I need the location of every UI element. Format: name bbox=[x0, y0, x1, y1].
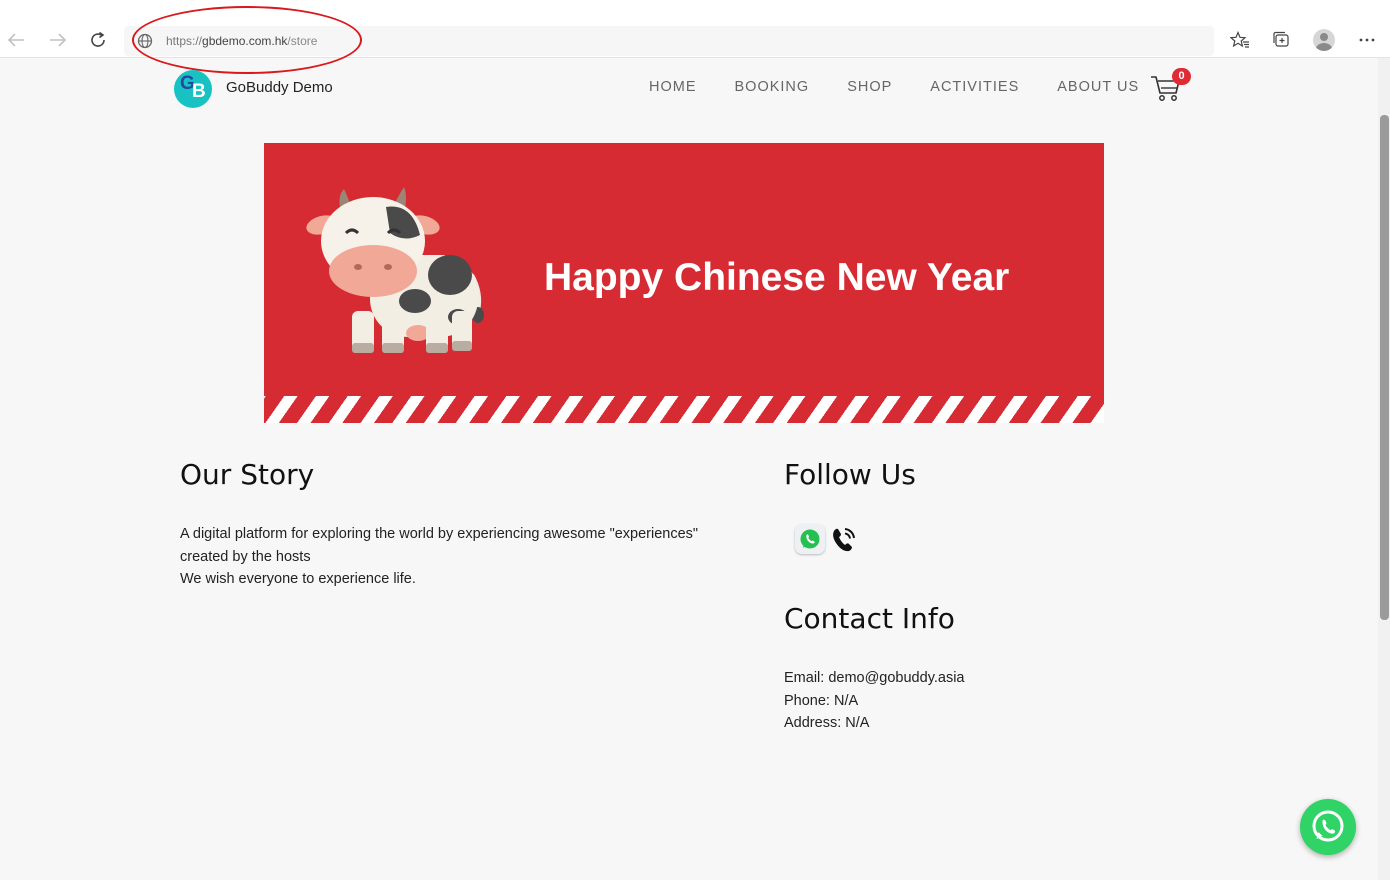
collections-icon[interactable] bbox=[1269, 28, 1293, 52]
story-line-2: created by the hosts bbox=[180, 548, 311, 565]
contact-phone: Phone: N/A bbox=[784, 692, 859, 709]
profile-avatar bbox=[1313, 29, 1335, 51]
banner-title: Happy Chinese New Year bbox=[544, 256, 1010, 299]
follow-us-heading: Follow Us bbox=[784, 458, 916, 491]
url-scheme: https:// bbox=[166, 34, 203, 48]
url-path: /store bbox=[287, 34, 318, 48]
phone-icon[interactable] bbox=[830, 526, 856, 554]
story-line-1: A digital platform for exploring the wor… bbox=[180, 526, 699, 542]
cart-button[interactable]: 0 bbox=[1150, 68, 1191, 104]
url-domain: gbdemo.com.hk bbox=[202, 34, 288, 48]
more-options-icon[interactable] bbox=[1355, 28, 1379, 52]
nav-home[interactable]: HOME bbox=[649, 79, 697, 95]
our-story-heading: Our Story bbox=[180, 458, 315, 491]
nav-shop[interactable]: SHOP bbox=[847, 79, 892, 95]
address-bar[interactable]: https://gbdemo.com.hk/store bbox=[124, 26, 1214, 56]
whatsapp-icon[interactable] bbox=[795, 524, 825, 554]
favorites-icon[interactable] bbox=[1228, 28, 1252, 52]
nav-about-us[interactable]: ABOUT US bbox=[1057, 79, 1139, 95]
contact-info-heading: Contact Info bbox=[784, 602, 955, 635]
contact-email: Email: demo@gobuddy.asia bbox=[784, 670, 965, 686]
forward-arrow-icon[interactable] bbox=[46, 28, 70, 52]
logo-letter-b: B bbox=[192, 81, 206, 102]
cow-illustration bbox=[306, 187, 484, 353]
nav-booking[interactable]: BOOKING bbox=[735, 79, 810, 95]
browser-toolbar: https://gbdemo.com.hk/store bbox=[0, 0, 1390, 58]
site-info-icon[interactable] bbox=[136, 32, 154, 50]
site-name[interactable]: GoBuddy Demo bbox=[226, 79, 333, 96]
scrollbar-thumb[interactable] bbox=[1380, 115, 1389, 620]
site-logo[interactable]: G B bbox=[174, 70, 212, 108]
cart-count-badge: 0 bbox=[1172, 68, 1191, 85]
floating-whatsapp-button[interactable] bbox=[1300, 799, 1356, 855]
contact-info-text: Email: demo@gobuddy.asia Phone: N/A Addr… bbox=[784, 667, 965, 735]
profile-icon[interactable] bbox=[1312, 28, 1336, 52]
banner-stripes bbox=[264, 396, 1104, 423]
url-text[interactable]: https://gbdemo.com.hk/store bbox=[166, 34, 317, 48]
nav-activities[interactable]: ACTIVITIES bbox=[930, 79, 1019, 95]
whatsapp-icon bbox=[1312, 810, 1344, 842]
story-line-3: We wish everyone to experience life. bbox=[180, 571, 416, 587]
reload-icon[interactable] bbox=[86, 28, 110, 52]
main-nav: HOME BOOKING SHOP ACTIVITIES ABOUT US bbox=[649, 79, 1177, 95]
contact-address: Address: N/A bbox=[784, 715, 870, 731]
our-story-text: A digital platform for exploring the wor… bbox=[180, 523, 770, 591]
hero-banner: Happy Chinese New Year bbox=[264, 143, 1104, 423]
back-arrow-icon[interactable] bbox=[4, 28, 28, 52]
site-header: G B GoBuddy Demo HOME BOOKING SHOP ACTIV… bbox=[0, 58, 1378, 118]
